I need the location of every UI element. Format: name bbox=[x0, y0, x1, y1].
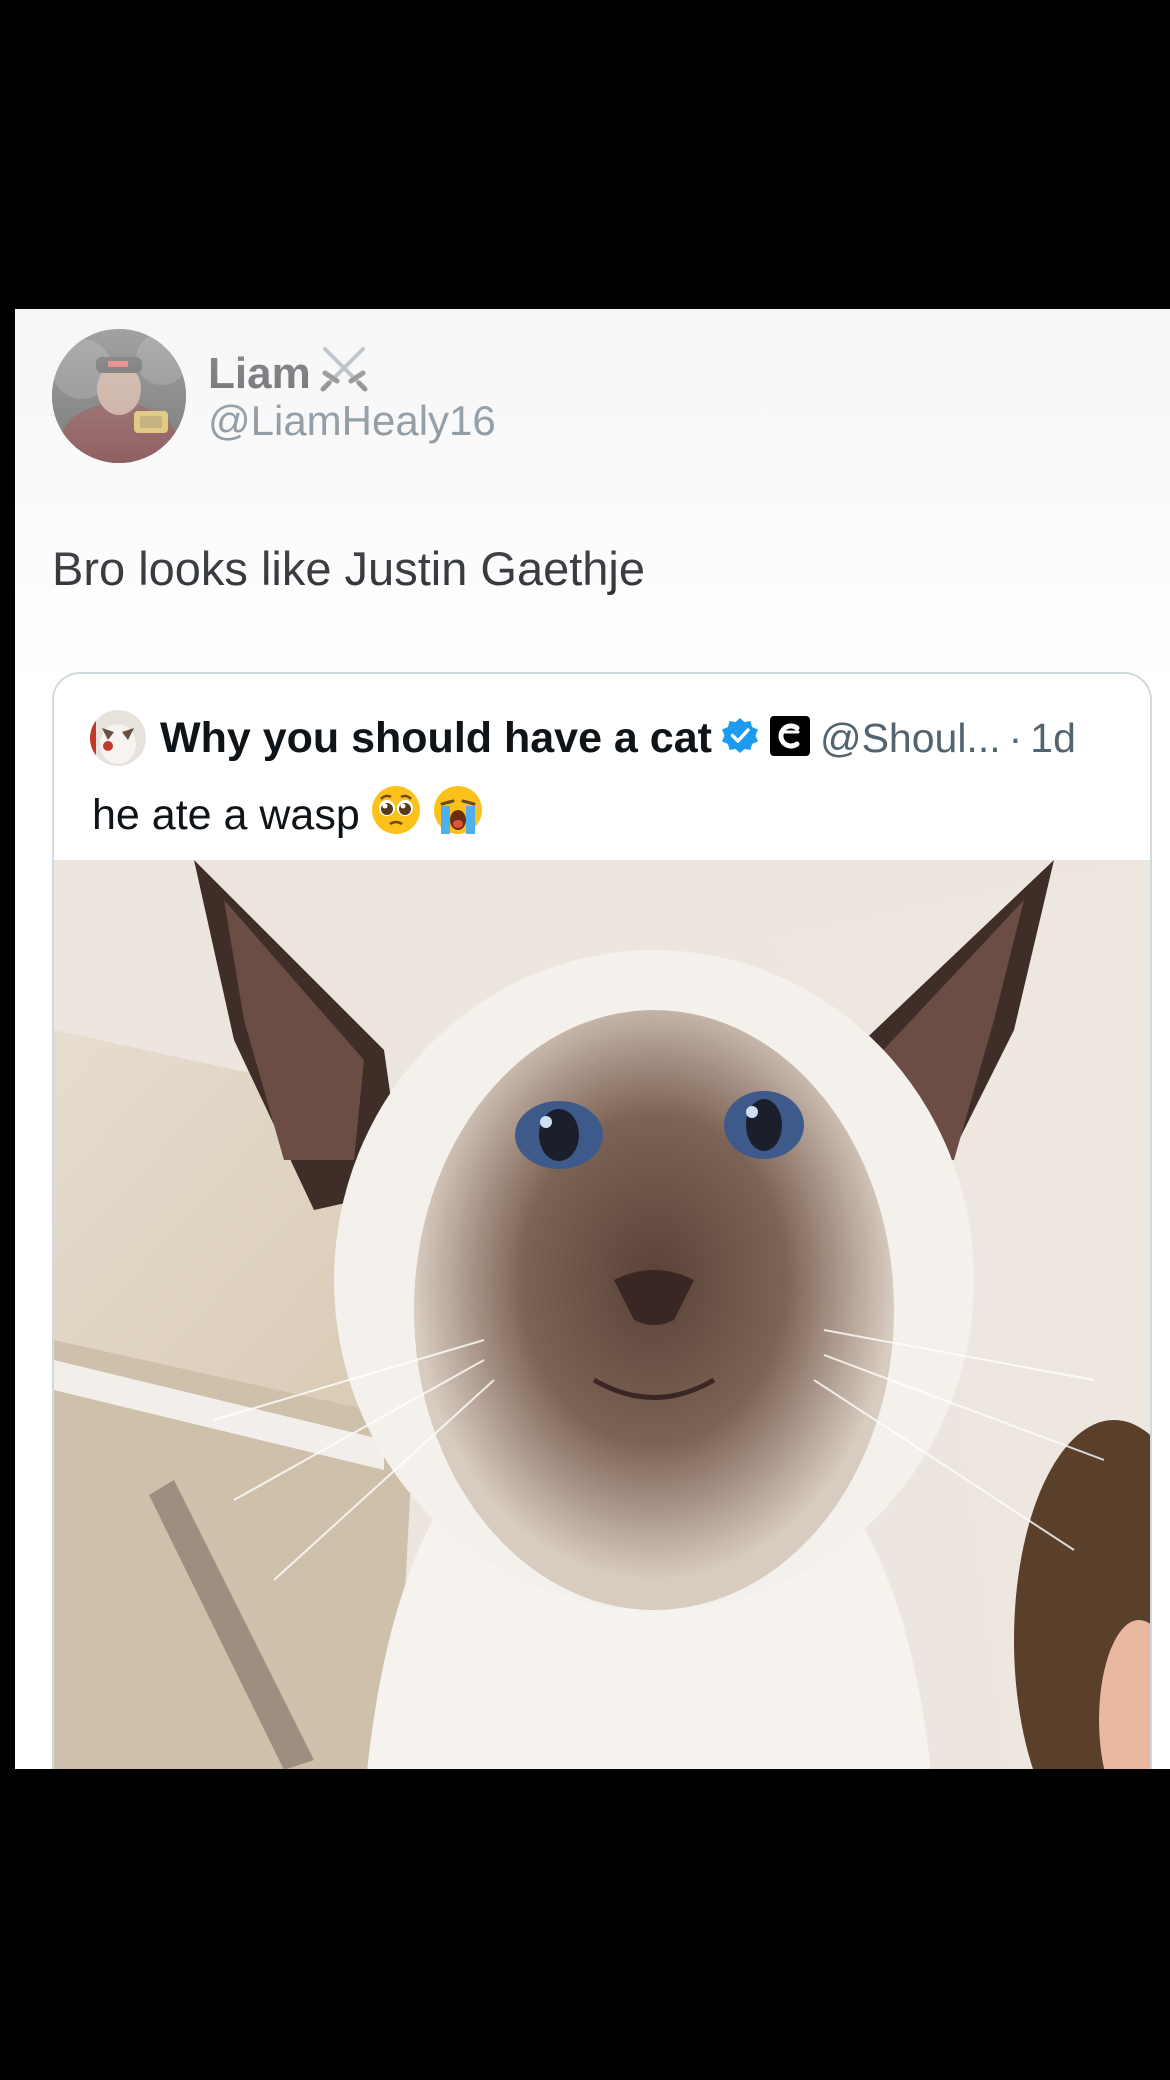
quoted-tweet[interactable]: Why you should have a cat @Shoul... · 1d… bbox=[52, 672, 1152, 1769]
verified-badge-icon bbox=[720, 716, 760, 761]
display-name-text: Liam bbox=[208, 348, 311, 398]
timestamp[interactable]: 1d bbox=[1030, 715, 1076, 762]
quoted-tweet-header: Why you should have a cat @Shoul... · 1d bbox=[90, 710, 1130, 766]
quoted-display-name[interactable]: Why you should have a cat bbox=[160, 714, 712, 763]
display-name[interactable]: Liam bbox=[208, 343, 371, 404]
tweet-card[interactable]: Liam @LiamHealy16 Bro looks like Justin … bbox=[15, 309, 1170, 1769]
quoted-handle[interactable]: @Shoul... bbox=[820, 715, 1001, 762]
crossed-swords-icon bbox=[317, 343, 371, 404]
separator-dot: · bbox=[1008, 714, 1023, 761]
user-handle[interactable]: @LiamHealy16 bbox=[208, 397, 496, 445]
affiliate-badge-icon[interactable] bbox=[768, 714, 812, 763]
loudly-crying-face-icon bbox=[432, 784, 484, 847]
tweet-text: Bro looks like Justin Gaethje bbox=[52, 542, 646, 595]
quoted-tweet-text-row: he ate a wasp bbox=[92, 784, 484, 847]
quoted-avatar[interactable] bbox=[90, 710, 146, 766]
quoted-tweet-text: he ate a wasp bbox=[92, 791, 360, 839]
pleading-face-icon bbox=[370, 784, 422, 847]
cat-photo[interactable] bbox=[54, 860, 1150, 1769]
avatar[interactable] bbox=[52, 329, 186, 463]
